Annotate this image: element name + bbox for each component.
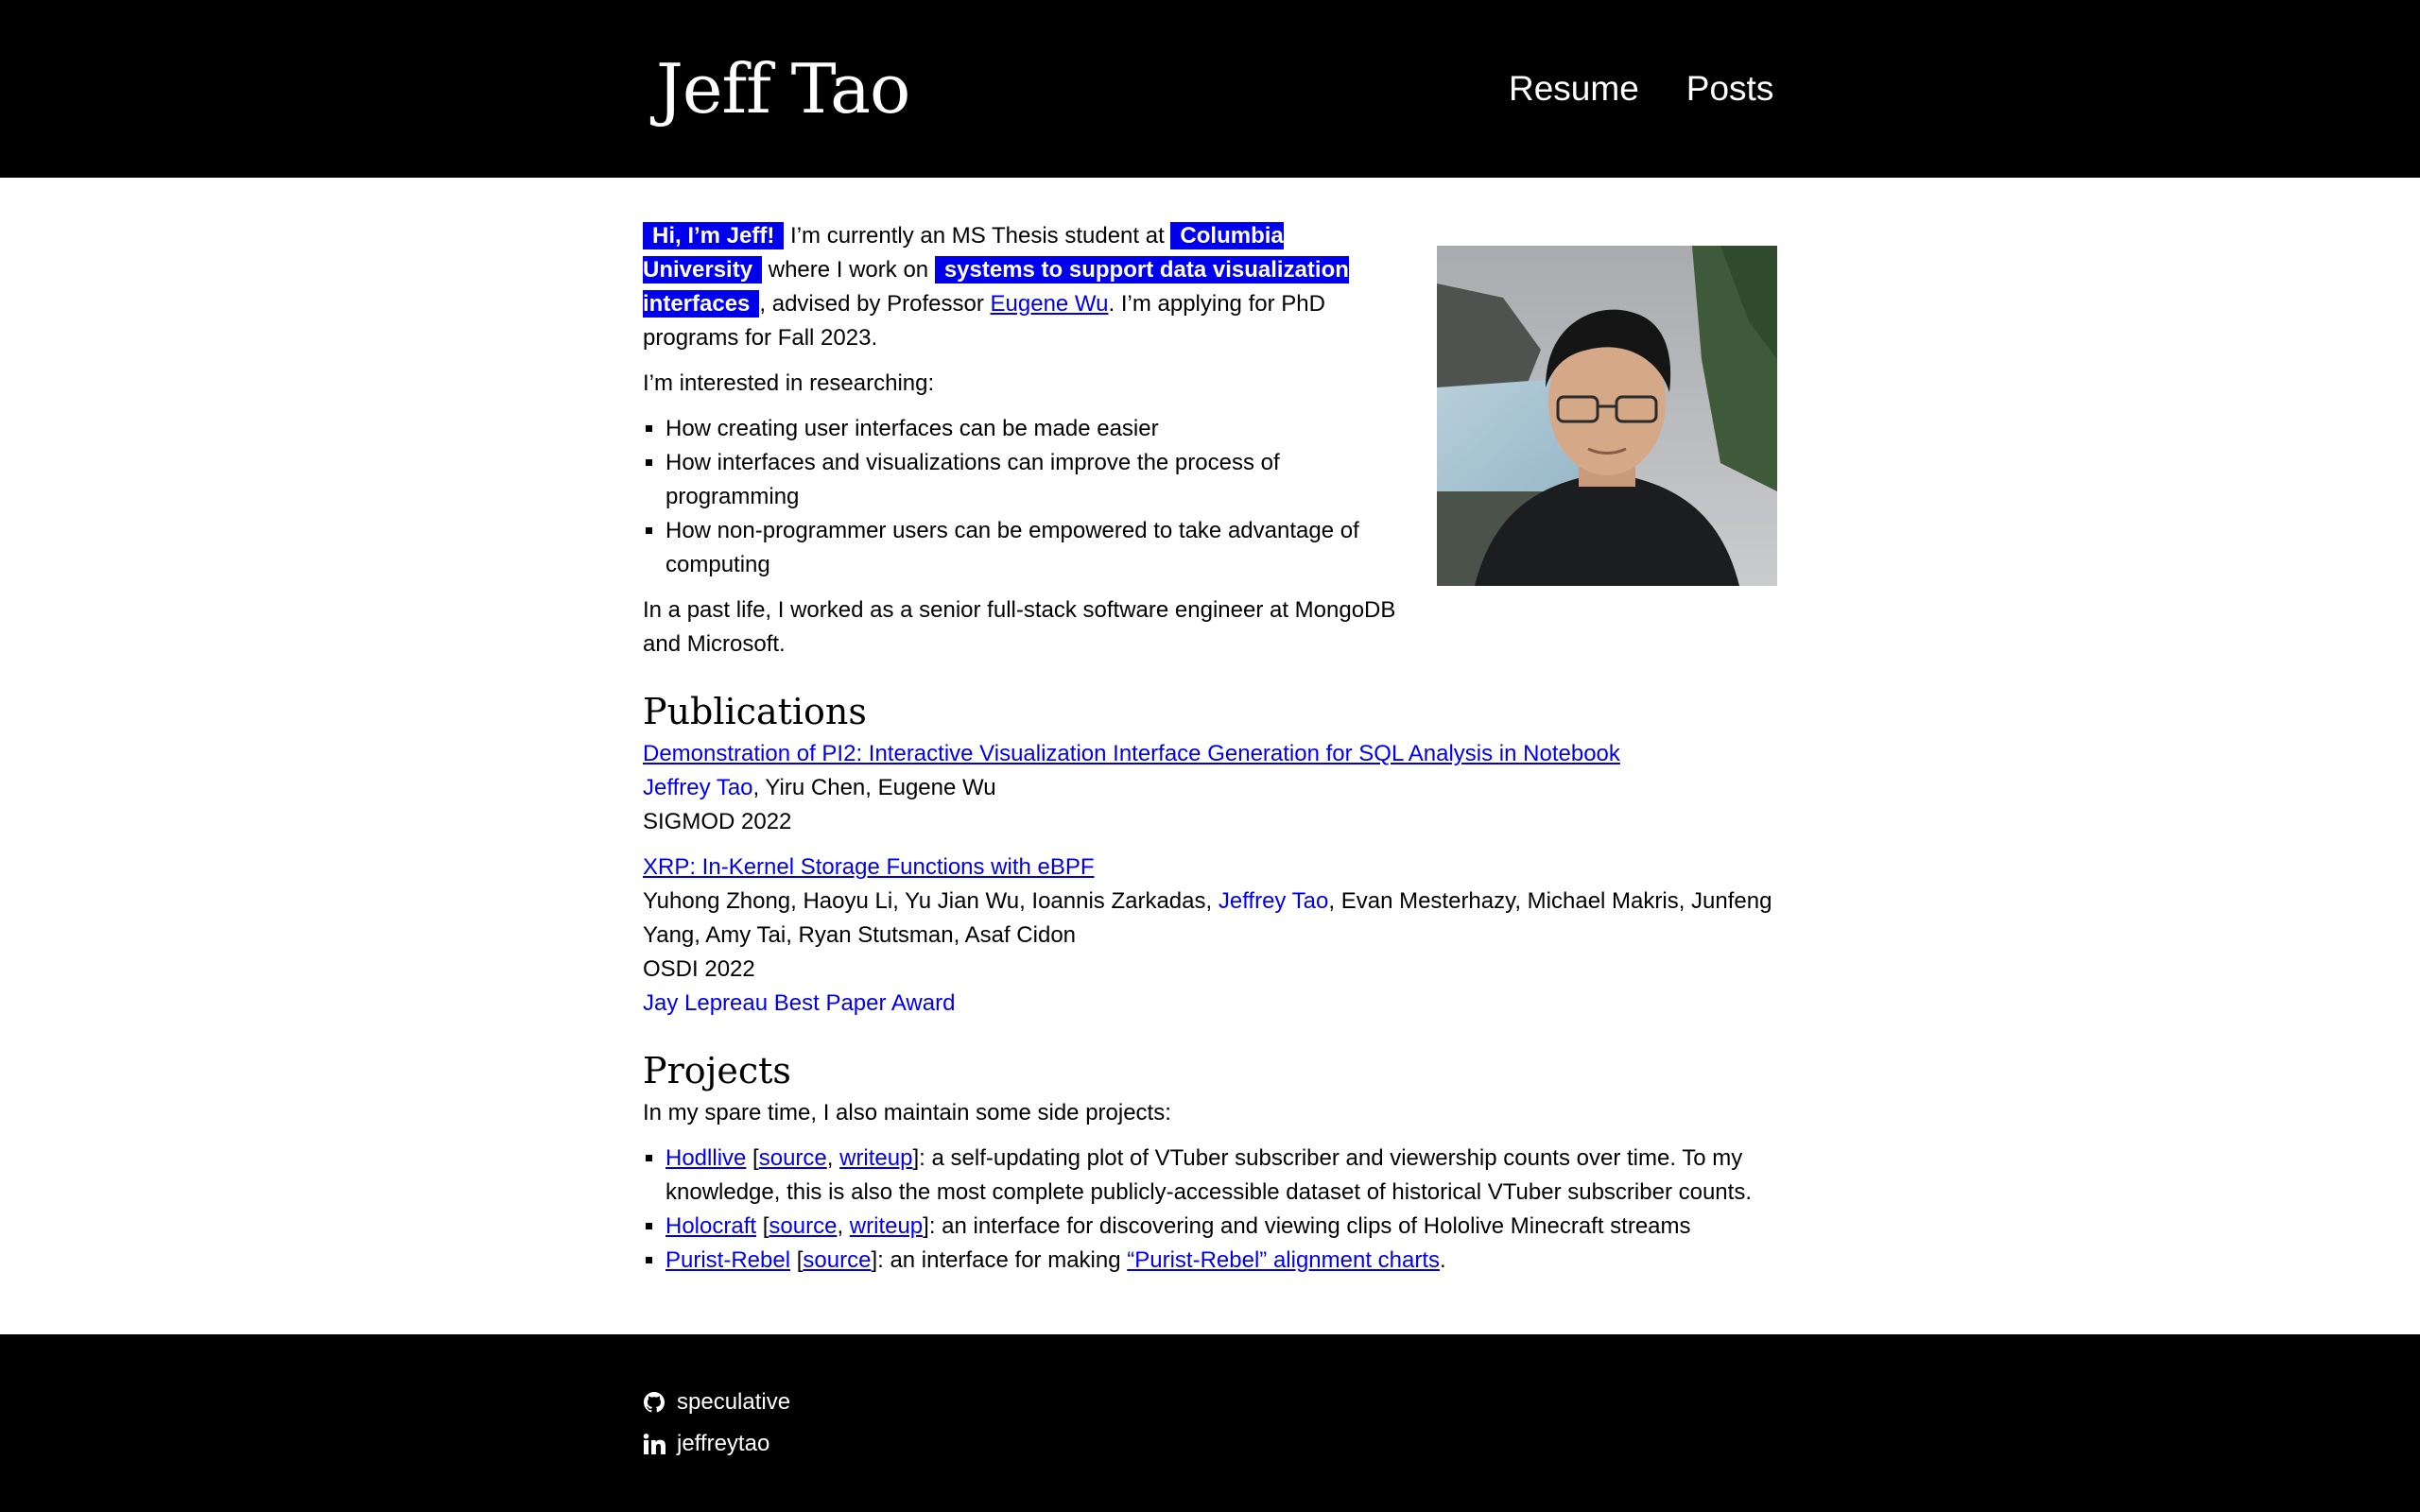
project-description: : a self-updating plot of VTuber subscri… — [666, 1145, 1752, 1205]
project-writeup-link[interactable]: writeup — [839, 1145, 912, 1171]
project-description: : an interface for discovering and viewi… — [928, 1213, 1691, 1239]
github-handle: speculative — [677, 1389, 791, 1415]
project-source-link[interactable]: source — [759, 1145, 827, 1171]
projects-section: Projects In my spare time, I also mainta… — [643, 1049, 1777, 1278]
project-link-hodllive[interactable]: Hodllive — [666, 1145, 746, 1171]
interest-item: How creating user interfaces can be made… — [666, 412, 1409, 446]
intro-section: Hi, I’m Jeff! I’m currently an MS Thesis… — [643, 219, 1777, 662]
projects-heading: Projects — [643, 1050, 791, 1091]
project-item: Holocraft [source, writeup]: an interfac… — [666, 1210, 1777, 1244]
projects-list: Hodllive [source, writeup]: a self-updat… — [643, 1142, 1777, 1278]
publication-venue: SIGMOD 2022 — [643, 809, 792, 834]
project-item: Purist-Rebel [source]: an interface for … — [666, 1244, 1777, 1278]
project-source-link[interactable]: source — [769, 1213, 837, 1239]
past-life-text: In a past life, I worked as a senior ful… — [643, 597, 1396, 657]
linkedin-link[interactable]: jeffreytao — [643, 1429, 769, 1459]
intro-paragraph: Hi, I’m Jeff! I’m currently an MS Thesis… — [643, 219, 1409, 355]
linkedin-icon — [643, 1434, 666, 1454]
self-author: Jeffrey Tao — [643, 775, 753, 800]
site-footer: speculative jeffreytao — [0, 1334, 2420, 1512]
publication-item: XRP: In-Kernel Storage Functions with eB… — [643, 850, 1777, 1021]
intro-text: Hi, I’m Jeff! I’m currently an MS Thesis… — [643, 219, 1409, 662]
intro-text-2: where I work on — [762, 257, 935, 283]
nav-resume-link[interactable]: Resume — [1509, 64, 1639, 113]
alignment-charts-link[interactable]: “Purist-Rebel” alignment charts — [1127, 1247, 1440, 1273]
publication-award: Jay Lepreau Best Paper Award — [643, 990, 956, 1016]
project-link-holocraft[interactable]: Holocraft — [666, 1213, 756, 1239]
project-writeup-link[interactable]: writeup — [850, 1213, 923, 1239]
project-item: Hodllive [source, writeup]: a self-updat… — [666, 1142, 1777, 1210]
intro-text-3: , advised by Professor — [759, 291, 991, 317]
project-description: : an interface for making — [877, 1247, 1128, 1273]
site-title[interactable]: Jeff Tao — [656, 43, 910, 134]
project-description-end: . — [1440, 1247, 1446, 1273]
publication-authors: Jeffrey Tao, Yiru Chen, Eugene Wu — [643, 771, 1777, 805]
github-link[interactable]: speculative — [643, 1387, 790, 1418]
projects-intro: In my spare time, I also maintain some s… — [643, 1100, 1171, 1125]
linkedin-handle: jeffreytao — [677, 1431, 770, 1456]
publication-title-link[interactable]: XRP: In-Kernel Storage Functions with eB… — [643, 854, 1095, 880]
publications-section: Publications Demonstration of PI2: Inter… — [643, 690, 1777, 1021]
publication-authors: Yuhong Zhong, Haoyu Li, Yu Jian Wu, Ioan… — [643, 885, 1777, 953]
advisor-link[interactable]: Eugene Wu — [991, 291, 1109, 317]
authors-before: Yuhong Zhong, Haoyu Li, Yu Jian Wu, Ioan… — [643, 888, 1219, 914]
authors-after: , Yiru Chen, Eugene Wu — [752, 775, 996, 800]
publication-title-link[interactable]: Demonstration of PI2: Interactive Visual… — [643, 741, 1620, 766]
interest-item: How non-programmer users can be empowere… — [666, 514, 1409, 582]
interest-item: How interfaces and visualizations can im… — [666, 446, 1409, 514]
profile-photo — [1437, 246, 1777, 586]
project-link-purist-rebel[interactable]: Purist-Rebel — [666, 1247, 790, 1273]
interests-list: How creating user interfaces can be made… — [643, 412, 1409, 582]
main-content: Hi, I’m Jeff! I’m currently an MS Thesis… — [643, 219, 1777, 1289]
profile-photo-image — [1437, 246, 1777, 586]
site-header: Jeff Tao Resume Posts — [0, 0, 2420, 178]
main-nav: Resume Posts — [1509, 64, 1773, 113]
publication-venue: OSDI 2022 — [643, 956, 755, 982]
greeting-highlight: Hi, I’m Jeff! — [643, 222, 785, 249]
github-icon — [644, 1392, 665, 1413]
self-author: Jeffrey Tao — [1218, 888, 1329, 914]
project-source-link[interactable]: source — [803, 1247, 871, 1273]
nav-posts-link[interactable]: Posts — [1686, 64, 1774, 113]
intro-text-1: I’m currently an MS Thesis student at — [784, 223, 1171, 249]
publication-item: Demonstration of PI2: Interactive Visual… — [643, 737, 1777, 839]
interests-intro: I’m interested in researching: — [643, 370, 935, 396]
publications-heading: Publications — [643, 691, 867, 732]
